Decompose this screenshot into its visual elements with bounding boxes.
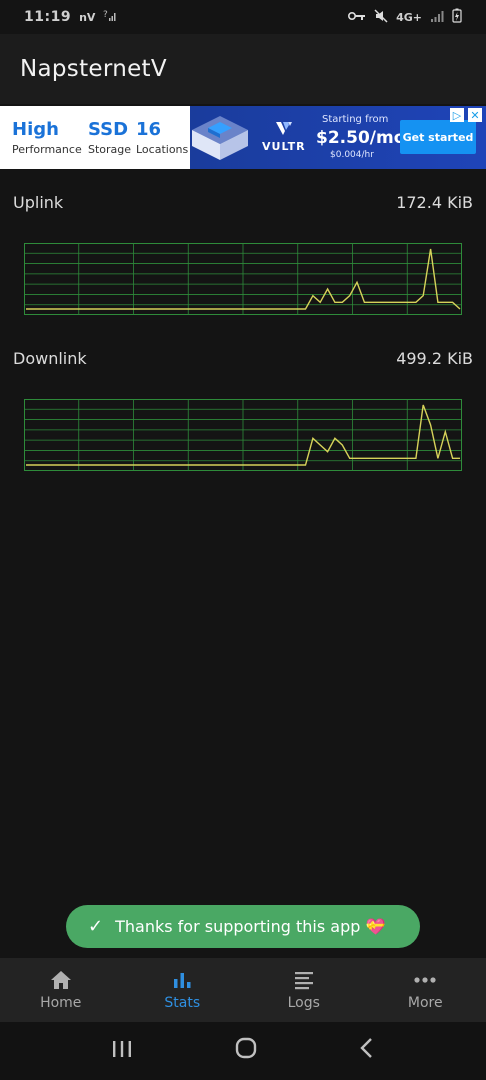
downlink-value: 499.2 KiB [396,349,473,368]
nav-more[interactable]: More [365,958,486,1022]
adchoices-icon[interactable]: ▷ [450,108,464,122]
ad-cta-button[interactable]: Get started [400,120,476,154]
nav-stats[interactable]: Stats [122,958,244,1022]
ad-headline-3: 16 [136,119,162,140]
server-cube-icon [188,112,252,169]
uplink-row: Uplink 172.4 KiB [13,193,473,212]
status-time: 11:19 [24,9,72,25]
recent-apps-icon[interactable] [111,1037,133,1065]
ad-banner[interactable]: High Performance SSD Storage 16 Location… [0,106,486,169]
uplink-value: 172.4 KiB [396,193,473,212]
status-bar: 11:19 nV ? 4G+ [0,0,486,34]
ad-features: High Performance SSD Storage 16 Location… [0,106,190,169]
uplink-chart [24,243,462,315]
uplink-chart-svg [24,243,462,315]
nav-stats-label: Stats [164,995,201,1011]
vultr-logo-icon [274,120,294,142]
more-dots-icon [413,969,437,991]
nav-home-label: Home [40,995,82,1011]
signal-question-icon: ? [103,8,117,26]
signal-icon [430,10,444,25]
toast-text: Thanks for supporting this app 💝 [115,917,386,936]
bottom-nav: Home Stats Logs More [0,958,486,1022]
ad-offer: VULTR Starting from $2.50/mo $0.004/hr G… [190,106,486,169]
logs-icon [293,969,315,991]
downlink-row: Downlink 499.2 KiB [13,349,473,368]
uplink-label: Uplink [13,193,64,212]
battery-icon [452,8,462,26]
app-bar: NapsternetV [0,34,486,104]
ad-sub-1: Performance [12,143,82,156]
vpn-key-icon [348,10,366,24]
app-title: NapsternetV [20,56,167,82]
toast-message: ✓ Thanks for supporting this app 💝 [66,905,420,948]
ad-badge[interactable]: ▷ ✕ [450,108,482,122]
ad-price: $2.50/mo [316,128,406,148]
ad-hourly: $0.004/hr [330,150,374,160]
ad-sub-3: Locations [136,143,189,156]
ad-from-label: Starting from [322,114,389,125]
bar-chart-icon [171,969,193,991]
system-nav [0,1022,486,1080]
nav-logs-label: Logs [287,995,320,1011]
check-icon: ✓ [88,916,104,937]
mute-icon [374,8,388,26]
network-type: 4G+ [396,10,422,24]
nav-home[interactable]: Home [0,958,122,1022]
downlink-chart [24,399,462,471]
ad-brand: VULTR [262,140,306,153]
nav-logs[interactable]: Logs [243,958,365,1022]
home-button-icon[interactable] [234,1036,258,1066]
carrier-icon: nV [79,10,96,24]
downlink-label: Downlink [13,349,87,368]
downlink-chart-svg [24,399,462,471]
ad-sub-2: Storage [88,143,132,156]
home-icon [49,969,73,991]
back-icon[interactable] [359,1037,375,1065]
nav-more-label: More [407,995,443,1011]
svg-text:?: ? [103,10,108,20]
ad-headline-2: SSD [88,119,129,140]
close-icon[interactable]: ✕ [468,108,482,122]
ad-headline-1: High [12,119,59,140]
